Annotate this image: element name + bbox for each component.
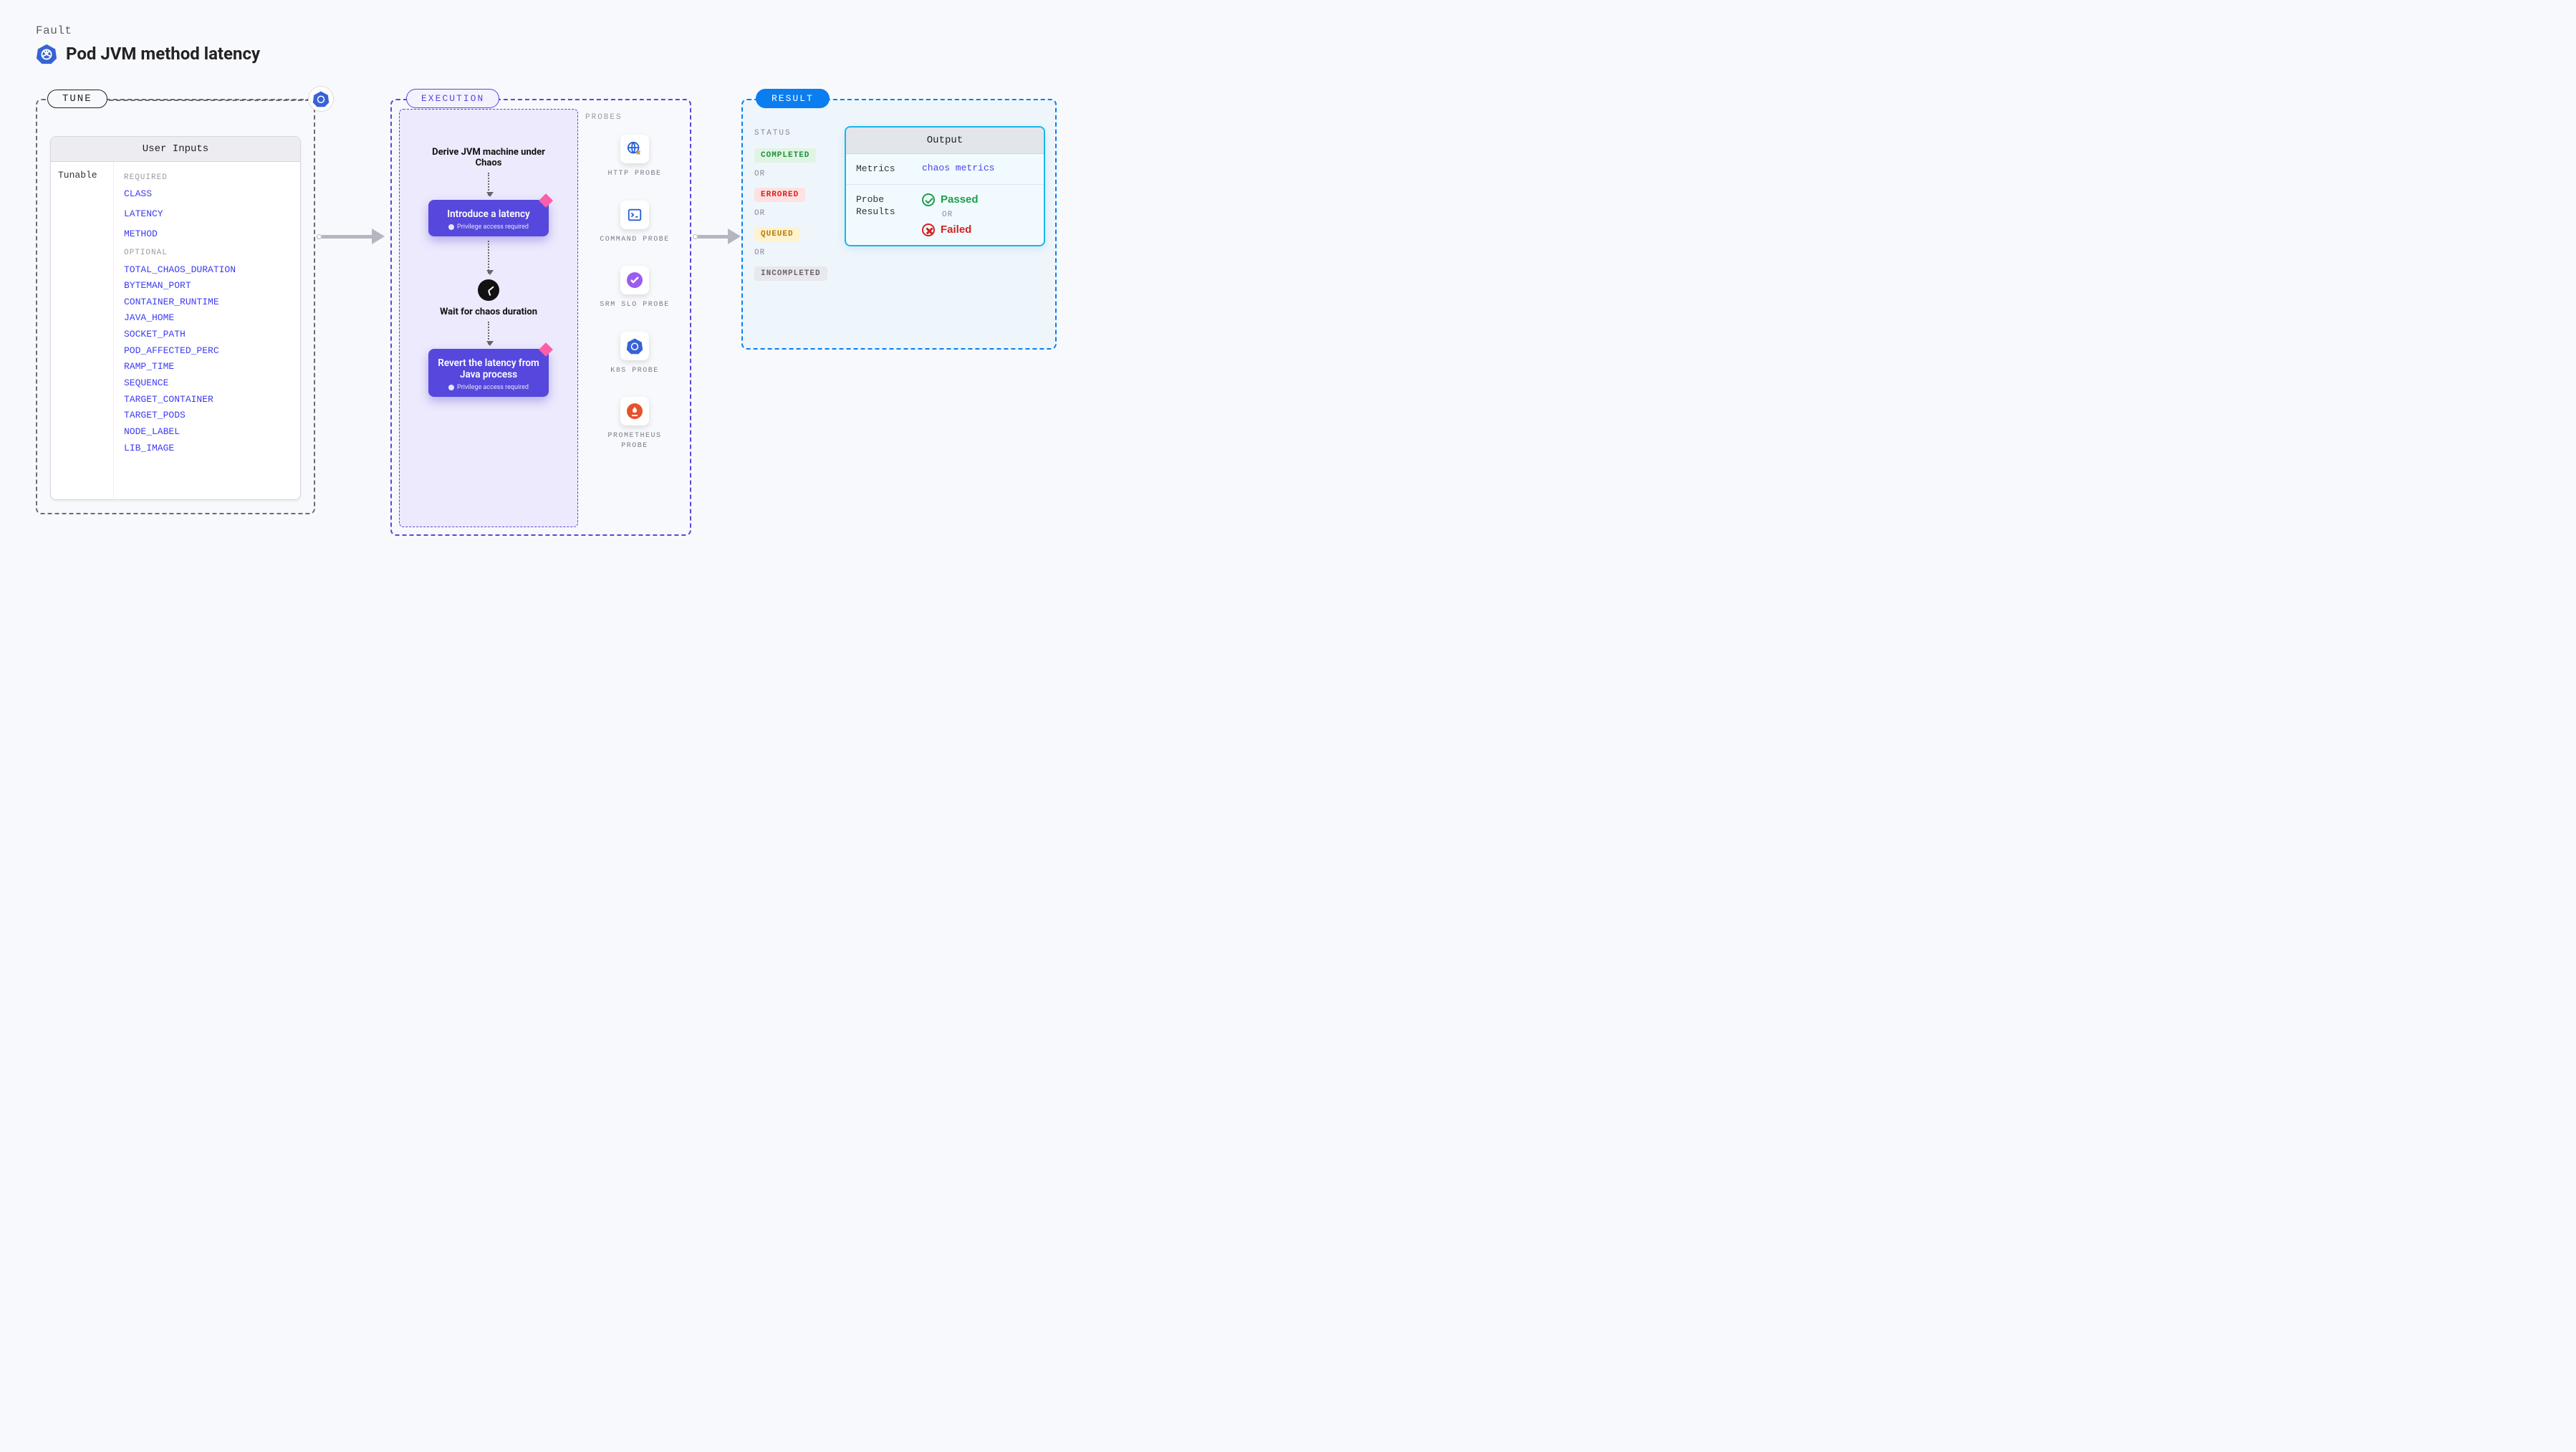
or-separator: OR (754, 249, 839, 257)
kicker: Fault (36, 24, 996, 37)
tune-panel: TUNE User Inputs Tunable REQUIRED CLASS … (36, 99, 315, 514)
probe-failed: Failed (941, 223, 971, 236)
or-separator: OR (942, 211, 1034, 219)
chaos-action-title: Revert the latency from Java process (436, 357, 542, 380)
probe-item: K8S PROBE (585, 332, 684, 376)
status-errored: ERRORED (754, 188, 805, 202)
chaos-action-title: Introduce a latency (436, 208, 542, 220)
tunable-label: Tunable (51, 162, 114, 499)
kubernetes-icon (620, 332, 649, 360)
status-queued: QUEUED (754, 227, 800, 241)
probe-item: SRM SLO PROBE (585, 266, 684, 310)
flow-arrow (317, 232, 385, 241)
output-title: Output (846, 128, 1044, 154)
check-circle-icon (922, 193, 935, 206)
tunable-item: NODE_LABEL (124, 425, 290, 439)
tunable-item: TARGET_CONTAINER (124, 393, 290, 407)
or-separator: OR (754, 170, 839, 178)
flag-icon (539, 342, 553, 357)
slo-icon (620, 266, 649, 294)
prometheus-icon (620, 397, 649, 425)
tunable-item: SOCKET_PATH (124, 327, 290, 342)
terminal-icon (620, 201, 649, 229)
probe-item: COMMAND PROBE (585, 201, 684, 245)
probe-passed: Passed (941, 193, 979, 206)
tunable-item: SEQUENCE (124, 376, 290, 390)
tunable-item: TOTAL_CHAOS_DURATION (124, 263, 290, 277)
result-panel: RESULT STATUS COMPLETED OR ERRORED OR QU… (741, 99, 1057, 350)
status-label: STATUS (754, 129, 839, 138)
flow-arrow (693, 232, 741, 241)
tunable-item: JAVA_HOME (124, 311, 290, 325)
tunable-item: POD_AFFECTED_PERC (124, 344, 290, 358)
probe-caption: SRM SLO PROBE (600, 300, 670, 310)
output-key: Probe Results (856, 193, 912, 218)
status-completed: COMPLETED (754, 148, 816, 163)
tune-tab: TUNE (47, 90, 107, 108)
probe-caption: COMMAND PROBE (600, 235, 670, 245)
required-label: REQUIRED (124, 172, 290, 184)
kubernetes-icon (36, 43, 57, 64)
tunable-item: RAMP_TIME (124, 360, 290, 374)
probes-label: PROBES (585, 113, 684, 122)
tunable-item: TARGET_PODS (124, 408, 290, 423)
status-incompleted: INCOMPLETED (754, 266, 827, 281)
output-metrics-link[interactable]: chaos metrics (922, 163, 1034, 173)
kubernetes-badge-icon (308, 86, 334, 112)
output-key: Metrics (856, 163, 912, 176)
probe-caption: HTTP PROBE (607, 169, 661, 179)
tunable-item: BYTEMAN_PORT (124, 279, 290, 293)
user-inputs-title: User Inputs (51, 137, 300, 162)
user-inputs-card: User Inputs Tunable REQUIRED CLASS LATEN… (50, 136, 301, 500)
or-separator: OR (754, 209, 839, 218)
privilege-note: Privilege access required (436, 384, 542, 391)
tunable-item: CLASS (124, 187, 290, 201)
chaos-action-card: Introduce a latency Privilege access req… (428, 200, 549, 236)
tunable-item: LATENCY (124, 207, 290, 221)
chaos-action-card: Revert the latency from Java process Pri… (428, 349, 549, 397)
execution-panel: EXECUTION Derive JVM machine under Chaos… (390, 99, 691, 536)
probe-item: HTTP PROBE (585, 135, 684, 179)
probe-caption: PROMETHEUS PROBE (599, 431, 671, 451)
clock-icon (478, 279, 499, 301)
probe-item: PROMETHEUS PROBE (585, 397, 684, 451)
globe-icon (620, 135, 649, 163)
x-circle-icon (922, 223, 935, 236)
probe-caption: K8S PROBE (610, 366, 659, 376)
tunable-item: METHOD (124, 227, 290, 241)
output-card: Output Metrics chaos metrics Probe Resul… (845, 126, 1045, 246)
exec-step: Wait for chaos duration (440, 307, 537, 317)
flag-icon (539, 193, 553, 208)
execution-tab: EXECUTION (406, 89, 499, 108)
optional-label: OPTIONAL (124, 247, 290, 259)
tunable-item: LIB_IMAGE (124, 441, 290, 456)
result-tab: RESULT (756, 89, 830, 108)
privilege-note: Privilege access required (436, 223, 542, 231)
page-title: Pod JVM method latency (66, 44, 260, 64)
tunable-item: CONTAINER_RUNTIME (124, 295, 290, 309)
exec-step: Derive JVM machine under Chaos (420, 147, 557, 168)
